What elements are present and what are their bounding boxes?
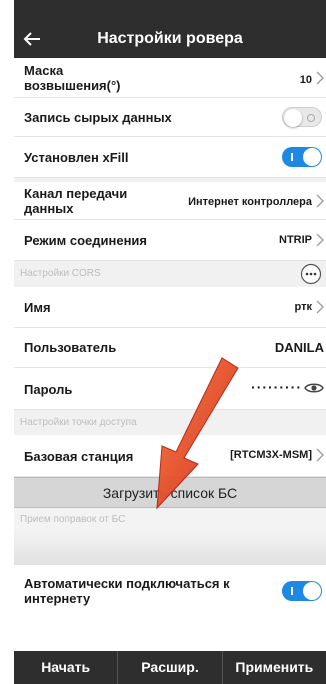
password-row[interactable]: Пароль ········· bbox=[14, 368, 326, 410]
xfill-toggle[interactable] bbox=[282, 147, 322, 167]
user-row[interactable]: Пользователь DANILA bbox=[14, 328, 326, 368]
password-value: ········· bbox=[251, 379, 302, 395]
load-base-list-button[interactable]: Загрузить список БС bbox=[14, 477, 326, 508]
corrections-empty-area bbox=[14, 530, 326, 565]
chevron-right-icon bbox=[316, 448, 324, 462]
settings-list: Маска возвышения(°) 10 Запись сырых данн… bbox=[14, 58, 326, 611]
name-value: ртк bbox=[294, 301, 312, 313]
user-label: Пользователь bbox=[24, 340, 117, 355]
bottom-action-bar: Начать Расшир. Применить bbox=[14, 651, 326, 684]
left-margin bbox=[0, 0, 14, 22]
elevation-mask-value: 10 bbox=[299, 74, 312, 86]
raw-data-row: Запись сырых данных bbox=[14, 98, 326, 137]
password-label: Пароль bbox=[24, 382, 73, 397]
load-button-wrap: Загрузить список БС bbox=[14, 477, 326, 508]
xfill-label: Установлен xFill bbox=[24, 150, 129, 165]
connection-mode-label: Режим соединения bbox=[24, 233, 147, 248]
name-row[interactable]: Имя ртк bbox=[14, 287, 326, 328]
start-button[interactable]: Начать bbox=[14, 651, 119, 684]
access-point-section-header: Настройки точки доступа bbox=[14, 410, 326, 435]
chevron-right-icon bbox=[316, 71, 324, 85]
apply-button[interactable]: Применить bbox=[223, 651, 326, 684]
chevron-right-icon bbox=[316, 233, 324, 247]
auto-connect-row: Автоматически подключаться к интернету bbox=[14, 573, 326, 611]
advanced-button[interactable]: Расшир. bbox=[118, 651, 223, 684]
channel-label: Канал передачи данных bbox=[24, 186, 128, 216]
page-title: Настройки ровера bbox=[97, 30, 243, 47]
corrections-section-header: Прием поправок от БС bbox=[14, 508, 326, 530]
base-station-value: [RTCM3X-MSM] bbox=[230, 449, 312, 461]
user-value: DANILA bbox=[274, 340, 324, 355]
channel-value: Интернет контроллера bbox=[188, 196, 312, 208]
elevation-mask-row[interactable]: Маска возвышения(°) 10 bbox=[14, 58, 326, 98]
spacer bbox=[14, 565, 326, 573]
xfill-row: Установлен xFill bbox=[14, 137, 326, 178]
cors-section-header: Настройки CORS bbox=[14, 261, 326, 287]
auto-connect-label: Автоматически подключаться к интернету bbox=[24, 576, 230, 606]
base-station-label: Базовая станция bbox=[24, 449, 134, 464]
name-label: Имя bbox=[24, 300, 51, 315]
title-bar: Настройки ровера bbox=[14, 22, 326, 58]
base-station-row[interactable]: Базовая станция [RTCM3X-MSM] bbox=[14, 435, 326, 477]
eye-icon[interactable] bbox=[304, 381, 324, 395]
connection-mode-value: NTRIP bbox=[279, 234, 312, 246]
elevation-mask-label: Маска возвышения(°) bbox=[24, 63, 121, 93]
raw-data-label: Запись сырых данных bbox=[24, 110, 172, 125]
chevron-right-icon bbox=[316, 194, 324, 208]
channel-row[interactable]: Канал передачи данных Интернет контролле… bbox=[14, 182, 326, 220]
chevron-right-icon bbox=[316, 300, 324, 314]
auto-connect-toggle[interactable] bbox=[282, 581, 322, 601]
raw-data-toggle[interactable] bbox=[282, 107, 322, 127]
status-bar bbox=[0, 0, 326, 22]
more-icon[interactable] bbox=[300, 263, 322, 285]
connection-mode-row[interactable]: Режим соединения NTRIP bbox=[14, 220, 326, 261]
